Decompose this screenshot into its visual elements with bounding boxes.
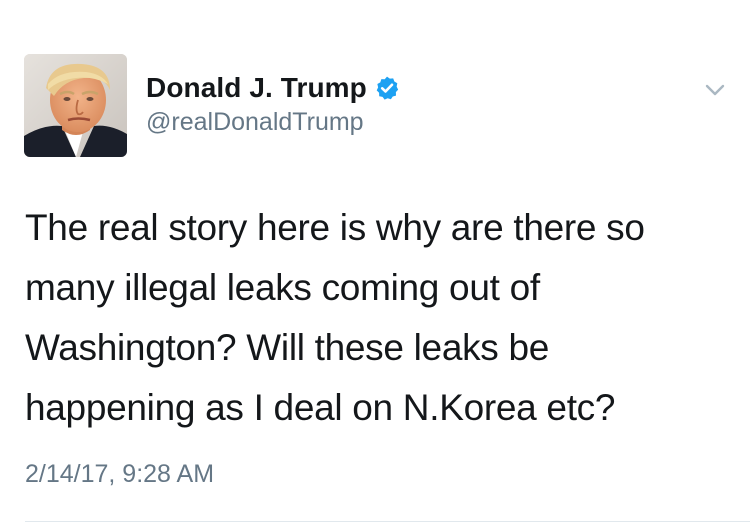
tweet-card[interactable]: Donald J. Trump @realDonaldTrump The rea… (0, 0, 750, 528)
verified-badge-icon (376, 76, 399, 100)
name-row[interactable]: Donald J. Trump (146, 71, 400, 105)
chevron-down-icon[interactable] (703, 78, 727, 102)
tweet-timestamp[interactable]: 2/14/17, 9:28 AM (25, 460, 214, 489)
tweet-text-line: Washington? Will these leaks be (25, 327, 550, 368)
tweet-text-line: happening as I deal on N.Korea etc? (25, 387, 616, 428)
avatar[interactable] (24, 54, 127, 157)
avatar-image (24, 54, 127, 157)
tweet-text: The real story here is why are there so … (25, 198, 725, 438)
tweet-text-line: The real story here is why are there so (25, 207, 645, 248)
user-handle[interactable]: @realDonaldTrump (146, 108, 364, 137)
tweet-text-line: many illegal leaks coming out of (25, 267, 540, 308)
display-name[interactable]: Donald J. Trump (146, 72, 367, 104)
divider (25, 521, 750, 522)
